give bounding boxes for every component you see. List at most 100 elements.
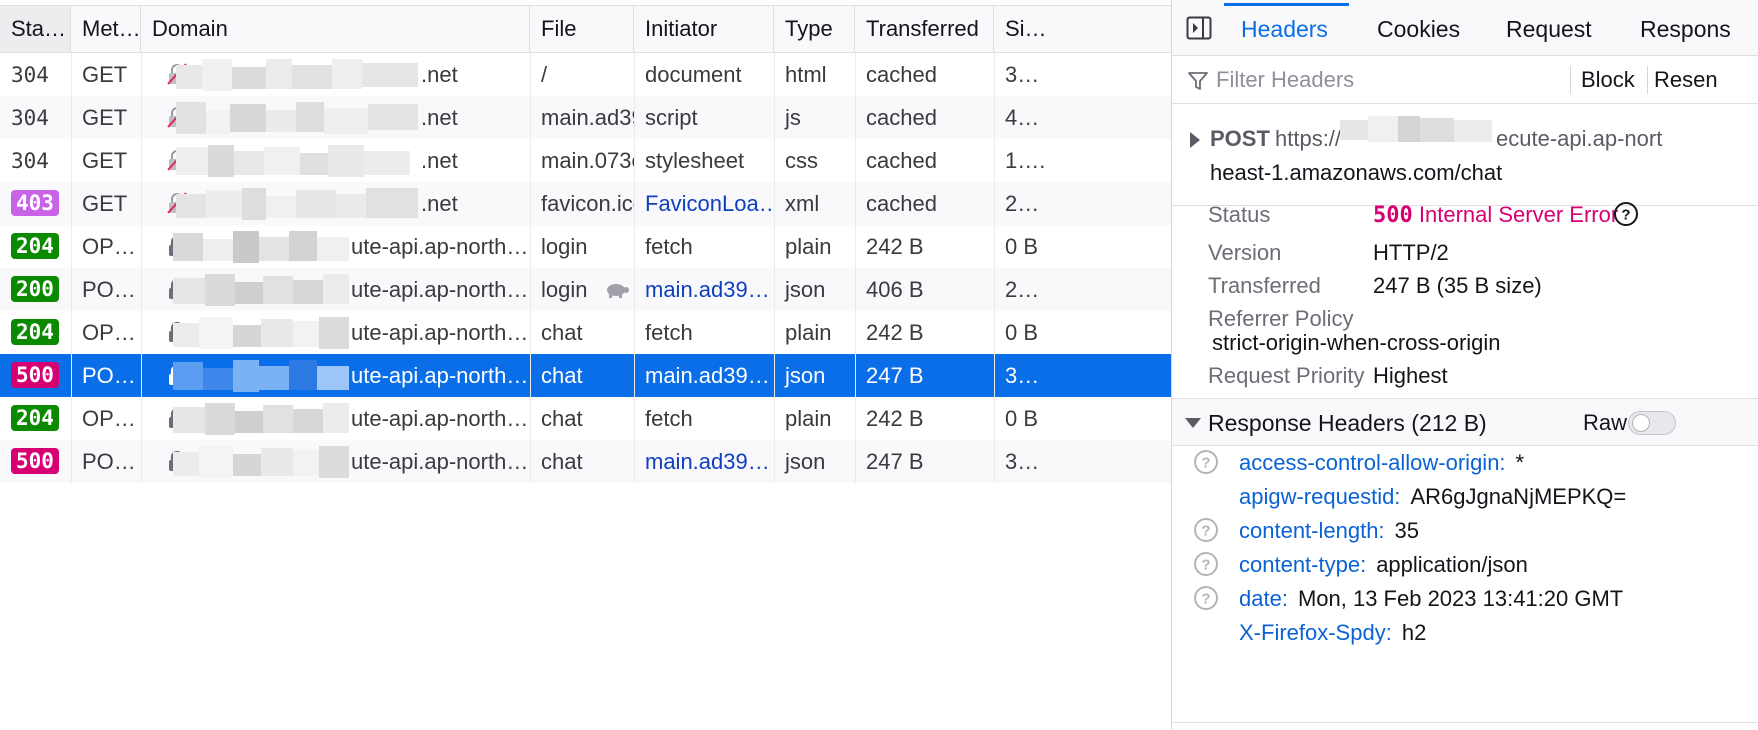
- toggle-sidebar-icon[interactable]: [1186, 16, 1212, 40]
- redacted-domain: [173, 315, 351, 351]
- status-badge: 304: [11, 106, 49, 130]
- tab-response[interactable]: Respons: [1640, 0, 1731, 55]
- column-header-file[interactable]: File: [530, 6, 634, 52]
- response-header-value: Mon, 13 Feb 2023 13:41:20 GMT: [1297, 586, 1624, 611]
- response-header-value: h2: [1401, 620, 1427, 645]
- cell-type: json: [785, 277, 826, 302]
- expand-summary-icon[interactable]: [1190, 132, 1200, 148]
- table-row[interactable]: 204 ute-api.ap-north… OP… login fetch plain 24…: [0, 225, 1171, 268]
- cell-domain: ute-api.ap-north…: [351, 234, 529, 259]
- cell-type: plain: [785, 406, 832, 431]
- header-help-icon[interactable]: ?: [1193, 449, 1219, 475]
- column-header-size[interactable]: Si…: [994, 6, 1171, 52]
- column-divider: [141, 53, 142, 483]
- table-row[interactable]: 204 ute-api.ap-north… OP… chat fetch plain 242…: [0, 311, 1171, 354]
- svg-text:?: ?: [1621, 207, 1630, 224]
- cell-file: /: [541, 62, 548, 87]
- cell-domain: ute-api.ap-north…: [351, 363, 529, 388]
- request-priority-value: Highest: [1373, 363, 1448, 388]
- header-help-icon[interactable]: ?: [1193, 517, 1219, 543]
- header-help-icon[interactable]: ?: [1193, 585, 1219, 611]
- summary-url-line2: heast-1.amazonaws.com/chat: [1210, 160, 1503, 185]
- cell-domain: ute-api.ap-north…: [351, 406, 529, 431]
- table-row[interactable]: 200 ute-api.ap-north… PO… login main.ad39… js…: [0, 268, 1171, 311]
- svg-text:?: ?: [1201, 591, 1210, 608]
- column-header-initiator[interactable]: Initiator: [634, 6, 774, 52]
- response-headers-title: Response Headers (212 B): [1208, 410, 1487, 436]
- status-code: 500: [1373, 203, 1413, 228]
- cell-initiator[interactable]: FaviconLoa…: [634, 182, 774, 225]
- request-details-panel: Headers Cookies Request Respons Block Re…: [1171, 0, 1758, 730]
- redacted-domain: [176, 57, 421, 93]
- cell-domain: ute-api.ap-north…: [351, 449, 529, 474]
- status-badge: 204: [11, 233, 59, 260]
- cell-type: json: [785, 449, 826, 474]
- block-button[interactable]: Block: [1581, 56, 1635, 104]
- redacted-domain: [176, 143, 421, 179]
- response-headers-section[interactable]: Response Headers (212 B) Raw: [1172, 398, 1758, 446]
- cell-size: 2…: [1005, 191, 1040, 216]
- table-row[interactable]: 204 ute-api.ap-north… OP… chat fetch plain 242…: [0, 397, 1171, 440]
- table-row[interactable]: 403 .net GET favicon.icoFaviconLoa… xml cache…: [0, 182, 1171, 225]
- response-header-name: X-Firefox-Spdy:: [1239, 620, 1392, 645]
- response-header-value: AR6gJgnaNjMEPKQ=: [1410, 484, 1627, 509]
- transferred-value: 247 B (35 B size): [1373, 273, 1542, 298]
- cell-status: 204: [0, 225, 71, 268]
- response-header-name: content-length:: [1239, 518, 1385, 543]
- cell-transferred: cached: [866, 62, 937, 87]
- column-header-domain[interactable]: Domain: [141, 6, 530, 52]
- cell-file: login: [541, 234, 588, 259]
- cell-initiator: document: [645, 62, 742, 87]
- status-badge: 500: [11, 448, 59, 475]
- cell-file: favicon.ico: [541, 191, 634, 216]
- redacted-domain: [173, 358, 351, 394]
- table-row[interactable]: 304 .net GET main.073c stylesheet css cached 1……: [0, 139, 1171, 182]
- cell-method: OP…: [82, 320, 136, 345]
- column-header-method[interactable]: Met…: [71, 6, 141, 52]
- table-row[interactable]: 304 .net GET main.ad39 script js cached 4…: [0, 96, 1171, 139]
- redacted-domain: [173, 229, 351, 265]
- cell-status: 204: [0, 397, 71, 440]
- cell-type: html: [785, 62, 827, 87]
- cell-status: 304: [0, 96, 71, 139]
- cell-method: OP…: [82, 406, 136, 431]
- column-divider: [855, 53, 856, 483]
- resend-button[interactable]: Resen: [1654, 56, 1718, 104]
- cell-file: chat: [541, 406, 583, 431]
- cell-initiator[interactable]: main.ad39…: [634, 440, 774, 483]
- status-value: 500 Internal Server Error: [1373, 202, 1618, 228]
- response-header-name: access-control-allow-origin:: [1239, 450, 1506, 475]
- cell-transferred: 242 B: [866, 234, 924, 259]
- cell-transferred: cached: [866, 105, 937, 130]
- column-header-type[interactable]: Type: [774, 6, 855, 52]
- column-header-status[interactable]: Sta…: [0, 6, 71, 52]
- cell-file: main.073c: [541, 148, 634, 173]
- cell-size: 3…: [1005, 363, 1040, 388]
- header-help-icon[interactable]: ?: [1193, 551, 1219, 577]
- tab-request[interactable]: Request: [1506, 0, 1592, 55]
- column-header-transferred[interactable]: Transferred: [855, 6, 994, 52]
- column-divider: [774, 53, 775, 483]
- cell-initiator: fetch: [645, 234, 693, 259]
- cell-domain: ute-api.ap-north…: [351, 277, 529, 302]
- cell-initiator[interactable]: main.ad39…: [634, 268, 774, 311]
- raw-toggle[interactable]: [1628, 411, 1676, 435]
- cell-status: 500: [0, 354, 71, 397]
- cell-status: 304: [0, 139, 71, 182]
- column-divider: [530, 53, 531, 483]
- tab-cookies[interactable]: Cookies: [1377, 0, 1460, 55]
- table-row[interactable]: 500 ute-api.ap-north… PO… chat main.ad39… jso…: [0, 354, 1171, 397]
- summary-url-suffix: ecute-api.ap-nort: [1496, 126, 1663, 151]
- cell-transferred: cached: [866, 148, 937, 173]
- status-help-icon[interactable]: ?: [1613, 201, 1639, 227]
- collapse-response-headers-icon[interactable]: [1185, 418, 1201, 428]
- cell-type: css: [785, 148, 818, 173]
- slow-request-turtle-icon: [607, 284, 629, 298]
- cell-initiator[interactable]: main.ad39…: [634, 354, 774, 397]
- column-divider: [994, 53, 995, 483]
- cell-method: GET: [82, 148, 128, 173]
- table-row[interactable]: 304 .net GET / document html cached 3…: [0, 53, 1171, 96]
- tab-headers[interactable]: Headers: [1241, 0, 1328, 55]
- table-row[interactable]: 500 ute-api.ap-north… PO… chat main.ad39… jso…: [0, 440, 1171, 483]
- cell-transferred: 247 B: [866, 449, 924, 474]
